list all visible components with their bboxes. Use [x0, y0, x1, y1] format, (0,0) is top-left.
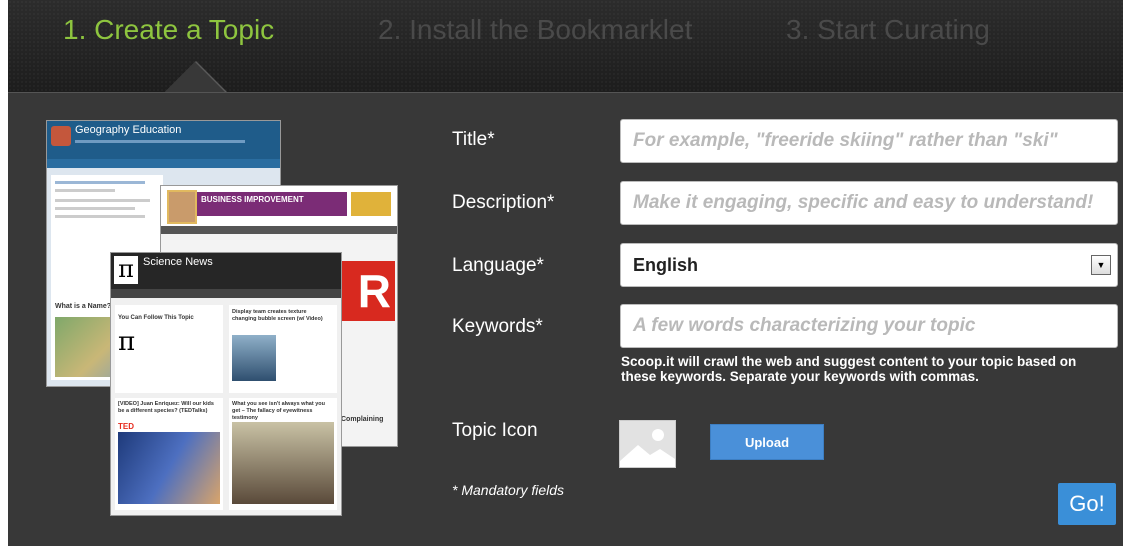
preview-post-title: Complaining [341, 416, 384, 423]
go-button[interactable]: Go! [1058, 483, 1116, 525]
lineup-thumbnail [232, 422, 334, 504]
image-placeholder-icon [619, 420, 676, 468]
pi-icon: π [114, 256, 138, 284]
step-install-bookmarklet[interactable]: 2. Install the Bookmarklet [378, 14, 692, 46]
preview-image-letter: R [341, 261, 395, 321]
screen-thumbnail [232, 335, 276, 381]
preview-card-science: π Science News You Can Follow This Topic… [110, 252, 342, 516]
description-label: Description* [452, 192, 555, 213]
preview-card-title: Science News [143, 256, 213, 268]
language-label: Language* [452, 255, 544, 276]
language-value: English [633, 254, 699, 275]
keywords-input[interactable]: A few words characterizing your topic [620, 304, 1118, 348]
title-placeholder: For example, "freeride skiing" rather th… [633, 130, 1058, 151]
dropdown-arrow-icon[interactable]: ▼ [1091, 255, 1111, 275]
preview-card-title: Geography Education [75, 124, 182, 136]
description-input[interactable]: Make it engaging, specific and easy to u… [620, 181, 1118, 225]
preview-post-title: What you see isn't always what you get –… [232, 401, 325, 421]
title-label: Title* [452, 129, 495, 150]
step-create-topic[interactable]: 1. Create a Topic [63, 14, 274, 46]
preview-post-title: Display team creates texture changing bu… [232, 309, 323, 322]
mandatory-note: * Mandatory fields [452, 482, 565, 498]
preview-post-title: What is a Name? [55, 303, 112, 310]
ted-logo: TED [118, 422, 134, 431]
step-start-curating[interactable]: 3. Start Curating [786, 14, 990, 46]
upload-button[interactable]: Upload [710, 424, 824, 460]
create-topic-wizard: 1. Create a Topic 2. Install the Bookmar… [0, 0, 1123, 546]
ted-talk-thumbnail [118, 432, 220, 504]
geography-avatar [51, 126, 71, 146]
keywords-placeholder: A few words characterizing your topic [633, 315, 976, 336]
keywords-label: Keywords* [452, 316, 543, 337]
language-select[interactable]: English ▼ [620, 243, 1118, 287]
pi-icon: π [118, 327, 136, 357]
title-input[interactable]: For example, "freeride skiing" rather th… [620, 119, 1118, 163]
topic-icon-label: Topic Icon [452, 420, 538, 441]
preview-card-title: BUSINESS IMPROVEMENT [197, 192, 347, 216]
steps-header: 1. Create a Topic 2. Install the Bookmar… [8, 0, 1123, 92]
preview-post-title: [VIDEO] Juan Enriquez: Will our kids be … [118, 401, 214, 414]
business-avatar [167, 190, 197, 224]
description-placeholder: Make it engaging, specific and easy to u… [633, 192, 1094, 213]
preview-post-title: You Can Follow This Topic [118, 315, 194, 321]
keywords-help-text: Scoop.it will crawl the web and suggest … [621, 354, 1077, 384]
